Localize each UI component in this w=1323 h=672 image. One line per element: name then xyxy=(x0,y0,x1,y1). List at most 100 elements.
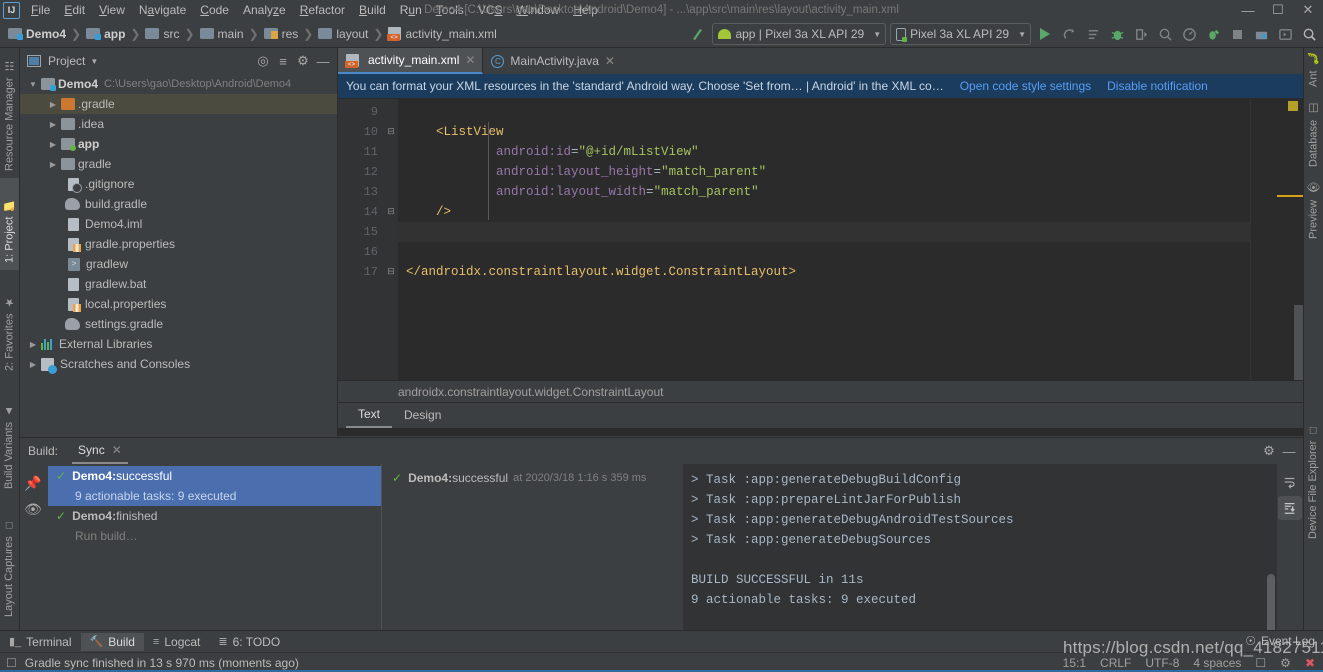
attach-debugger-icon[interactable] xyxy=(1153,22,1177,46)
sidebar-item-resource-manager[interactable]: Resource Manager ☷ xyxy=(0,48,19,178)
tree-item-demo4-iml[interactable]: Demo4.iml xyxy=(20,214,337,234)
fold-marker[interactable]: ⊟ xyxy=(384,202,398,222)
error-badge-icon[interactable]: ✖ xyxy=(1305,656,1315,670)
sidebar-item-device-file-explorer[interactable]: Device File Explorer □ xyxy=(1304,406,1322,546)
menu-file[interactable]: File xyxy=(24,0,57,20)
menu-code[interactable]: Code xyxy=(193,0,236,20)
tree-item-settings-gradle[interactable]: settings.gradle xyxy=(20,314,337,334)
step-over-icon[interactable] xyxy=(1129,22,1153,46)
code-content[interactable]: <ListView android:id="@+id/mListView" an… xyxy=(398,99,1250,380)
component-breadcrumb[interactable]: androidx.constraintlayout.widget.Constra… xyxy=(338,380,1303,402)
scroll-to-end-icon[interactable] xyxy=(1278,496,1302,520)
disable-notification-link[interactable]: Disable notification xyxy=(1107,79,1208,93)
hide-icon[interactable]: — xyxy=(313,51,333,71)
code-editor[interactable]: 9 10 11 12 13 14 15 16 17 ⊟ ⊟ ⊟ <ListVie… xyxy=(338,99,1303,380)
tree-item-gradle[interactable]: ▶ gradle xyxy=(20,154,337,174)
tree-item-gitignore[interactable]: .gitignore xyxy=(20,174,337,194)
menu-build[interactable]: Build xyxy=(352,0,393,20)
tool-window-logcat[interactable]: ≡ Logcat xyxy=(144,633,209,651)
file-encoding[interactable]: UTF-8 xyxy=(1145,656,1179,670)
run-icon[interactable] xyxy=(1033,22,1057,46)
menu-window[interactable]: Window xyxy=(510,0,567,20)
event-log-button[interactable]: ☉ Event Log xyxy=(1245,634,1315,648)
avd-manager-icon[interactable] xyxy=(1273,22,1297,46)
device-selector[interactable]: Pixel 3a XL API 29 ▼ xyxy=(890,23,1031,45)
fold-marker[interactable] xyxy=(384,222,398,242)
sidebar-item-project[interactable]: 1: Project 📁 xyxy=(0,178,19,270)
tree-item-scratches-consoles[interactable]: ▶ Scratches and Consoles xyxy=(20,354,337,374)
tool-window-build[interactable]: 🔨 Build xyxy=(80,632,144,651)
profiler-icon[interactable] xyxy=(1177,22,1201,46)
warning-stripe[interactable] xyxy=(1277,195,1303,197)
breadcrumb-main[interactable]: main xyxy=(197,25,247,43)
tree-item-external-libraries[interactable]: ▶ External Libraries xyxy=(20,334,337,354)
collapse-all-icon[interactable]: ≡ xyxy=(273,51,293,71)
breadcrumb-src[interactable]: src xyxy=(142,25,182,43)
pin-icon[interactable]: 📌 xyxy=(20,470,46,496)
fold-marker[interactable]: ⊟ xyxy=(384,122,398,142)
run-configuration-selector[interactable]: app | Pixel 3a XL API 29 ▼ xyxy=(712,23,887,45)
make-project-icon[interactable] xyxy=(686,22,710,46)
apply-changes-icon[interactable] xyxy=(1057,22,1081,46)
tool-window-todo[interactable]: ≣ 6: TODO xyxy=(209,633,289,651)
sidebar-item-preview[interactable]: Preview 👁 xyxy=(1304,174,1323,246)
fold-marker[interactable] xyxy=(384,142,398,162)
build-tree-subitem-tasks[interactable]: 9 actionable tasks: 9 executed xyxy=(48,486,381,506)
build-tree-item-finished[interactable]: ✓ Demo4: finished xyxy=(48,506,381,526)
line-separator[interactable]: CRLF xyxy=(1100,656,1131,670)
tree-item-gradle-properties[interactable]: gradle.properties xyxy=(20,234,337,254)
fold-marker[interactable] xyxy=(384,162,398,182)
tree-item-demo4[interactable]: ▼ Demo4 C:\Users\gao\Desktop\Android\Dem… xyxy=(20,74,337,94)
close-button[interactable]: ✕ xyxy=(1293,0,1323,20)
settings-gear-icon[interactable]: ⚙ xyxy=(293,51,313,71)
menu-tools[interactable]: Tools xyxy=(429,0,471,20)
tab-text[interactable]: Text xyxy=(346,403,393,428)
tree-item-gradlew-bat[interactable]: gradlew.bat xyxy=(20,274,337,294)
tab-activity-main-xml[interactable]: activity_main.xml ✕ xyxy=(338,48,484,74)
stop-icon[interactable] xyxy=(1225,22,1249,46)
soft-wrap-icon[interactable] xyxy=(1278,470,1302,494)
menu-view[interactable]: View xyxy=(92,0,132,20)
locate-icon[interactable]: ◎ xyxy=(253,51,273,71)
fold-marker[interactable] xyxy=(384,242,398,262)
inspections-icon[interactable]: ⚙ xyxy=(1280,656,1291,670)
breadcrumb-res[interactable]: res xyxy=(261,25,302,43)
debug-icon[interactable] xyxy=(1105,22,1129,46)
build-tree-item-successful[interactable]: ✓ Demo4: successful xyxy=(48,466,381,486)
settings-gear-icon[interactable]: ⚙ xyxy=(1259,441,1279,461)
sdk-manager-icon[interactable] xyxy=(1249,22,1273,46)
menu-analyze[interactable]: Analyze xyxy=(236,0,293,20)
hide-icon[interactable]: — xyxy=(1279,441,1299,461)
close-icon[interactable]: ✕ xyxy=(465,53,475,67)
fold-marker[interactable]: ⊟ xyxy=(384,262,398,282)
search-everywhere-icon[interactable] xyxy=(1297,22,1321,46)
console-scrollbar[interactable] xyxy=(1267,574,1275,634)
minimize-button[interactable]: — xyxy=(1233,0,1263,20)
tab-mainactivity-java[interactable]: C MainActivity.java ✕ xyxy=(483,48,622,74)
sidebar-item-ant[interactable]: Ant 🐛 xyxy=(1304,48,1323,94)
menu-run[interactable]: Run xyxy=(393,0,429,20)
tree-item-build-gradle[interactable]: build.gradle xyxy=(20,194,337,214)
code-folding-gutter[interactable]: ⊟ ⊟ ⊟ xyxy=(384,99,398,380)
close-icon[interactable]: ✕ xyxy=(605,54,615,68)
menu-edit[interactable]: Edit xyxy=(57,0,92,20)
run-coverage-icon[interactable] xyxy=(1201,22,1225,46)
sidebar-item-layout-captures[interactable]: Layout Captures □ xyxy=(0,496,18,624)
maximize-button[interactable]: ☐ xyxy=(1263,0,1293,20)
menu-refactor[interactable]: Refactor xyxy=(293,0,352,20)
build-console-output[interactable]: > Task :app:generateDebugBuildConfig > T… xyxy=(683,464,1277,640)
menu-vcs[interactable]: VCS xyxy=(471,0,510,20)
chevron-right-icon[interactable]: ▶ xyxy=(46,160,60,169)
apply-code-changes-icon[interactable] xyxy=(1081,22,1105,46)
unlocked-icon[interactable]: ☐ xyxy=(1255,656,1266,670)
editor-vertical-scrollbar[interactable] xyxy=(1294,305,1303,380)
tree-item-gradle-dir[interactable]: ▶ .gradle xyxy=(20,94,337,114)
chevron-right-icon[interactable]: ▶ xyxy=(46,100,60,109)
caret-position[interactable]: 15:1 xyxy=(1063,656,1086,670)
sidebar-item-database[interactable]: Database ◫ xyxy=(1304,94,1323,174)
menu-help[interactable]: Help xyxy=(566,0,605,20)
warning-marker[interactable] xyxy=(1288,101,1298,111)
build-tab-sync[interactable]: Sync ✕ xyxy=(72,439,128,464)
open-code-style-settings-link[interactable]: Open code style settings xyxy=(960,79,1091,93)
tool-window-terminal[interactable]: ▮_ Terminal xyxy=(0,633,81,651)
